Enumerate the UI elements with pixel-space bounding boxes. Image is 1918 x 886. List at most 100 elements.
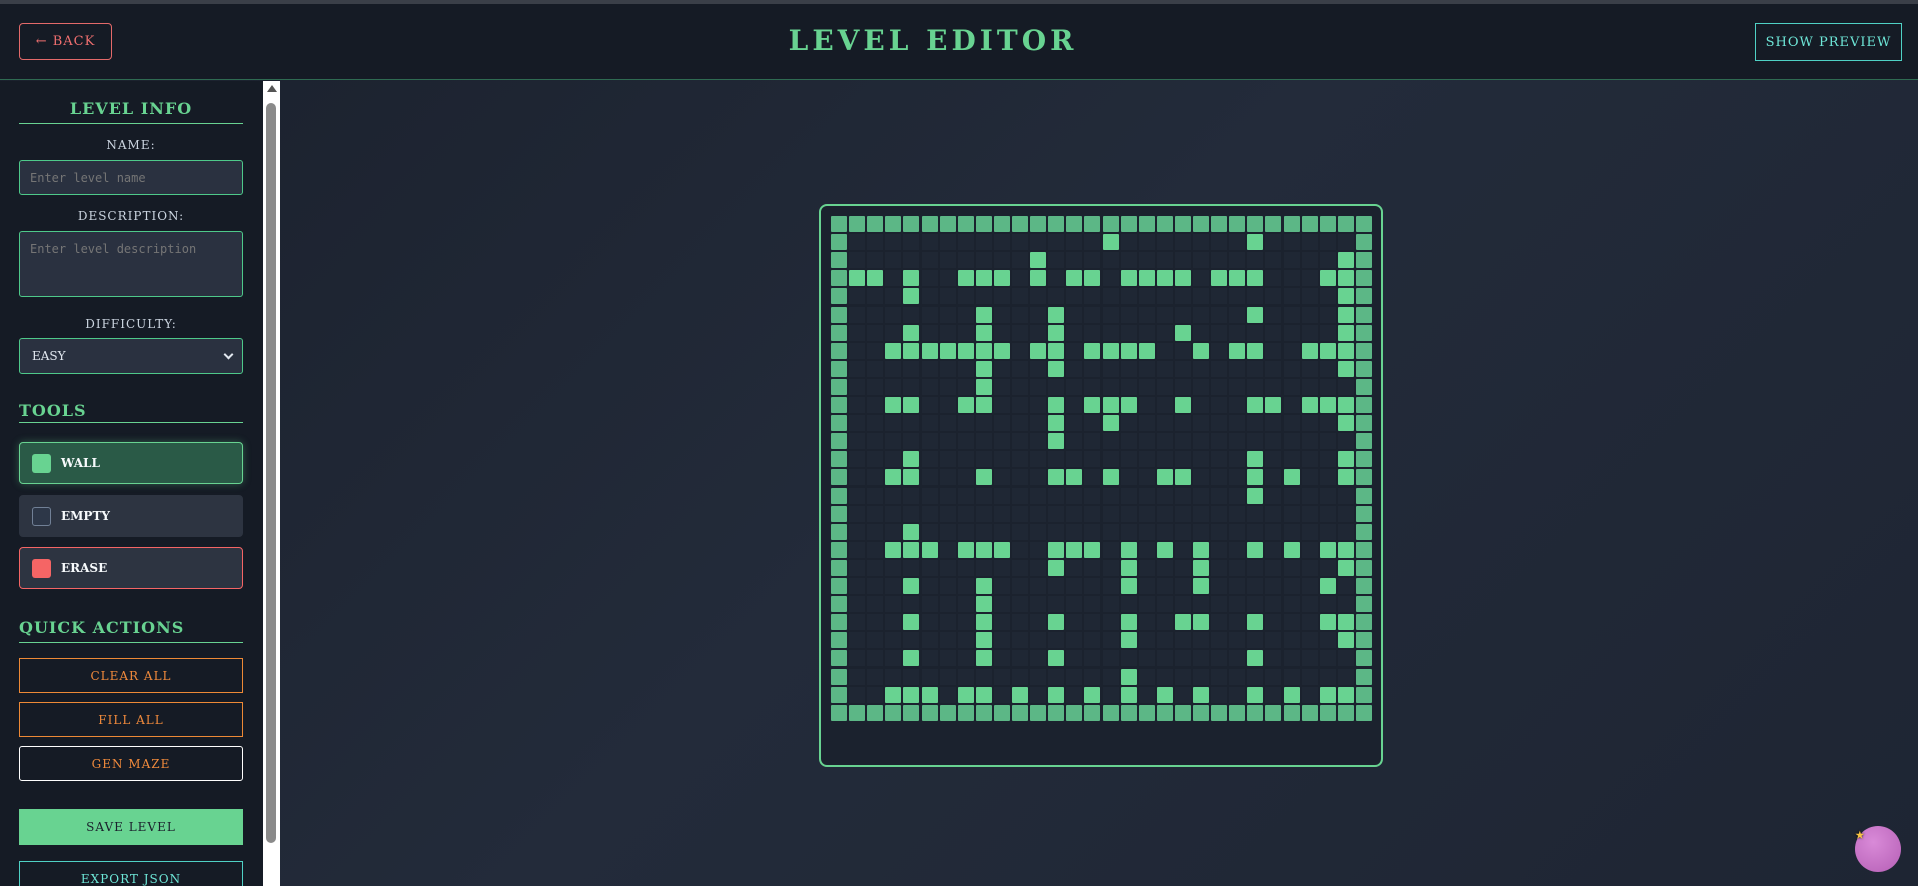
grid-cell-empty[interactable]	[1012, 433, 1028, 449]
grid-cell-wall[interactable]	[1175, 216, 1191, 232]
grid-cell-wall[interactable]	[1356, 343, 1372, 359]
grid-cell-wall[interactable]	[831, 433, 847, 449]
grid-cell-wall[interactable]	[994, 542, 1010, 558]
grid-cell-wall[interactable]	[1048, 650, 1064, 666]
grid-cell-empty[interactable]	[940, 488, 956, 504]
grid-cell-wall[interactable]	[1356, 216, 1372, 232]
export-json-button[interactable]: EXPORT JSON	[19, 861, 243, 886]
grid-cell-empty[interactable]	[1084, 614, 1100, 630]
grid-cell-empty[interactable]	[903, 596, 919, 612]
grid-cell-wall[interactable]	[1084, 397, 1100, 413]
grid-cell-empty[interactable]	[1012, 542, 1028, 558]
grid-cell-empty[interactable]	[867, 614, 883, 630]
grid-cell-empty[interactable]	[1284, 397, 1300, 413]
grid-cell-empty[interactable]	[994, 614, 1010, 630]
grid-cell-empty[interactable]	[994, 415, 1010, 431]
grid-cell-empty[interactable]	[885, 307, 901, 323]
grid-cell-empty[interactable]	[994, 524, 1010, 540]
grid-cell-wall[interactable]	[831, 687, 847, 703]
grid-cell-wall[interactable]	[1247, 614, 1263, 630]
grid-cell-empty[interactable]	[1229, 488, 1245, 504]
grid-cell-empty[interactable]	[1175, 650, 1191, 666]
grid-cell-empty[interactable]	[903, 361, 919, 377]
grid-cell-empty[interactable]	[867, 343, 883, 359]
grid-cell-empty[interactable]	[1121, 488, 1137, 504]
grid-cell-empty[interactable]	[1302, 361, 1318, 377]
grid-cell-empty[interactable]	[1084, 415, 1100, 431]
grid-cell-empty[interactable]	[1139, 397, 1155, 413]
grid-cell-empty[interactable]	[1012, 325, 1028, 341]
grid-cell-empty[interactable]	[1175, 488, 1191, 504]
grid-cell-empty[interactable]	[1284, 506, 1300, 522]
grid-cell-empty[interactable]	[1193, 469, 1209, 485]
grid-cell-empty[interactable]	[1084, 596, 1100, 612]
grid-cell-empty[interactable]	[903, 506, 919, 522]
grid-cell-empty[interactable]	[849, 469, 865, 485]
grid-cell-empty[interactable]	[1157, 433, 1173, 449]
grid-cell-empty[interactable]	[867, 252, 883, 268]
grid-cell-empty[interactable]	[1139, 451, 1155, 467]
grid-cell-empty[interactable]	[849, 560, 865, 576]
grid-cell-wall[interactable]	[976, 270, 992, 286]
grid-cell-wall[interactable]	[1356, 397, 1372, 413]
grid-cell-wall[interactable]	[922, 542, 938, 558]
grid-cell-wall[interactable]	[885, 542, 901, 558]
grid-cell-empty[interactable]	[976, 252, 992, 268]
grid-cell-wall[interactable]	[1338, 705, 1354, 721]
grid-cell-wall[interactable]	[1356, 252, 1372, 268]
grid-cell-empty[interactable]	[885, 596, 901, 612]
grid-cell-empty[interactable]	[1338, 578, 1354, 594]
grid-cell-empty[interactable]	[1211, 234, 1227, 250]
grid-cell-empty[interactable]	[1265, 379, 1281, 395]
grid-cell-wall[interactable]	[1284, 687, 1300, 703]
grid-cell-empty[interactable]	[1121, 433, 1137, 449]
grid-cell-empty[interactable]	[1211, 506, 1227, 522]
grid-cell-wall[interactable]	[976, 650, 992, 666]
grid-cell-empty[interactable]	[1175, 343, 1191, 359]
grid-cell-wall[interactable]	[1175, 705, 1191, 721]
grid-cell-empty[interactable]	[1247, 596, 1263, 612]
difficulty-select[interactable]: EASY	[19, 338, 243, 374]
grid-cell-wall[interactable]	[1356, 234, 1372, 250]
grid-cell-empty[interactable]	[994, 252, 1010, 268]
grid-cell-empty[interactable]	[940, 650, 956, 666]
grid-cell-empty[interactable]	[1247, 560, 1263, 576]
grid-cell-empty[interactable]	[1265, 669, 1281, 685]
grid-cell-empty[interactable]	[1211, 524, 1227, 540]
grid-cell-empty[interactable]	[1320, 379, 1336, 395]
grid-cell-empty[interactable]	[1121, 234, 1137, 250]
grid-cell-empty[interactable]	[1193, 307, 1209, 323]
grid-cell-empty[interactable]	[1121, 325, 1137, 341]
grid-cell-empty[interactable]	[1048, 288, 1064, 304]
grid-cell-empty[interactable]	[1139, 614, 1155, 630]
grid-cell-empty[interactable]	[1211, 433, 1227, 449]
grid-cell-empty[interactable]	[994, 560, 1010, 576]
scroll-up-arrow-icon[interactable]	[267, 85, 277, 92]
grid-cell-empty[interactable]	[1084, 288, 1100, 304]
grid-cell-empty[interactable]	[940, 669, 956, 685]
grid-cell-wall[interactable]	[976, 578, 992, 594]
grid-cell-wall[interactable]	[1356, 270, 1372, 286]
grid-cell-empty[interactable]	[867, 361, 883, 377]
grid-cell-empty[interactable]	[1284, 234, 1300, 250]
grid-cell-empty[interactable]	[1066, 415, 1082, 431]
grid-cell-empty[interactable]	[1030, 361, 1046, 377]
grid-cell-wall[interactable]	[1320, 542, 1336, 558]
scroll-thumb[interactable]	[266, 103, 276, 843]
grid-cell-empty[interactable]	[1066, 524, 1082, 540]
grid-cell-wall[interactable]	[903, 343, 919, 359]
grid-cell-wall[interactable]	[976, 542, 992, 558]
grid-cell-wall[interactable]	[831, 343, 847, 359]
grid-cell-empty[interactable]	[994, 469, 1010, 485]
grid-cell-wall[interactable]	[1320, 397, 1336, 413]
grid-cell-wall[interactable]	[1356, 488, 1372, 504]
grid-cell-empty[interactable]	[1012, 596, 1028, 612]
grid-cell-empty[interactable]	[976, 524, 992, 540]
grid-cell-empty[interactable]	[1320, 252, 1336, 268]
grid-cell-empty[interactable]	[922, 361, 938, 377]
grid-cell-wall[interactable]	[1121, 397, 1137, 413]
grid-cell-empty[interactable]	[1157, 669, 1173, 685]
grid-cell-wall[interactable]	[958, 542, 974, 558]
grid-cell-wall[interactable]	[1356, 325, 1372, 341]
grid-cell-empty[interactable]	[1320, 560, 1336, 576]
